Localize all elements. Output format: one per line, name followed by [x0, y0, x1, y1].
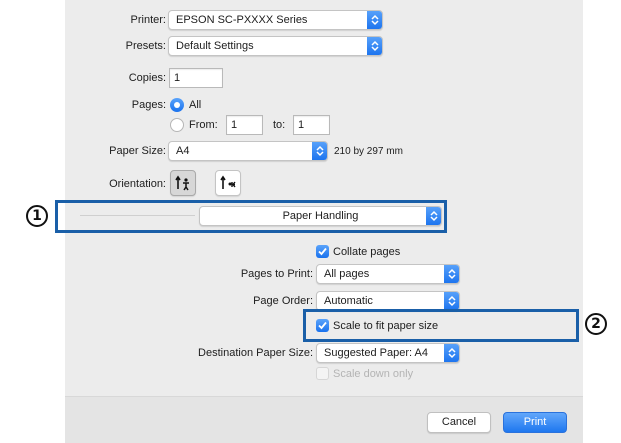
marker-2: 2 — [585, 313, 607, 335]
pages-to-print-label: Pages to Print: — [240, 268, 313, 280]
marker-1: 1 — [26, 205, 48, 227]
orientation-landscape-button[interactable] — [215, 170, 241, 196]
destination-popup[interactable]: Suggested Paper: A4 — [316, 343, 460, 363]
pages-to-print-popup[interactable]: All pages — [316, 264, 460, 284]
landscape-icon — [220, 175, 236, 189]
orientation-portrait-button[interactable] — [170, 170, 196, 196]
callout-box-1 — [55, 200, 447, 233]
destination-value: Suggested Paper: A4 — [324, 347, 428, 359]
callout-box-2 — [303, 309, 579, 342]
pages-label: Pages: — [131, 99, 166, 111]
page-order-value: Automatic — [324, 295, 373, 307]
orientation-label: Orientation: — [109, 178, 166, 190]
checkmark-icon — [318, 247, 327, 256]
copies-field[interactable]: 1 — [169, 68, 223, 88]
updown-icon — [444, 292, 459, 310]
portrait-icon — [175, 175, 189, 191]
scale-down-label: Scale down only — [333, 368, 414, 380]
page-order-popup[interactable]: Automatic — [316, 291, 460, 311]
pages-all-radio[interactable] — [170, 98, 184, 112]
cancel-button[interactable]: Cancel — [427, 412, 491, 433]
pages-from-label: From: — [189, 119, 218, 131]
paper-size-popup[interactable]: A4 — [168, 141, 328, 161]
pages-from-field[interactable]: 1 — [226, 115, 263, 135]
paper-size-value: A4 — [176, 145, 190, 157]
collate-checkbox[interactable] — [316, 245, 329, 258]
pages-all-label: All — [189, 99, 202, 111]
paper-dimensions: 210 by 297 mm — [334, 146, 403, 157]
pages-to-print-value: All pages — [324, 268, 370, 280]
pages-to-field[interactable]: 1 — [293, 115, 330, 135]
updown-icon — [312, 142, 327, 160]
page-order-label: Page Order: — [253, 295, 313, 307]
paper-size-label: Paper Size: — [109, 145, 166, 157]
updown-icon — [444, 265, 459, 283]
collate-label: Collate pages — [333, 246, 401, 258]
pages-from-radio[interactable] — [170, 118, 184, 132]
updown-icon — [367, 11, 382, 29]
copies-label: Copies: — [128, 72, 166, 84]
print-button[interactable]: Print — [503, 412, 567, 433]
printer-popup[interactable]: EPSON SC-PXXXX Series — [168, 10, 383, 30]
presets-label: Presets: — [125, 40, 166, 52]
presets-value: Default Settings — [176, 40, 254, 52]
destination-label: Destination Paper Size: — [198, 347, 313, 359]
printer-label: Printer: — [130, 14, 166, 26]
scale-down-checkbox[interactable] — [316, 367, 329, 380]
updown-icon — [367, 37, 382, 55]
pages-to-label: to: — [273, 119, 286, 131]
presets-popup[interactable]: Default Settings — [168, 36, 383, 56]
updown-icon — [444, 344, 459, 362]
printer-value: EPSON SC-PXXXX Series — [176, 14, 308, 26]
